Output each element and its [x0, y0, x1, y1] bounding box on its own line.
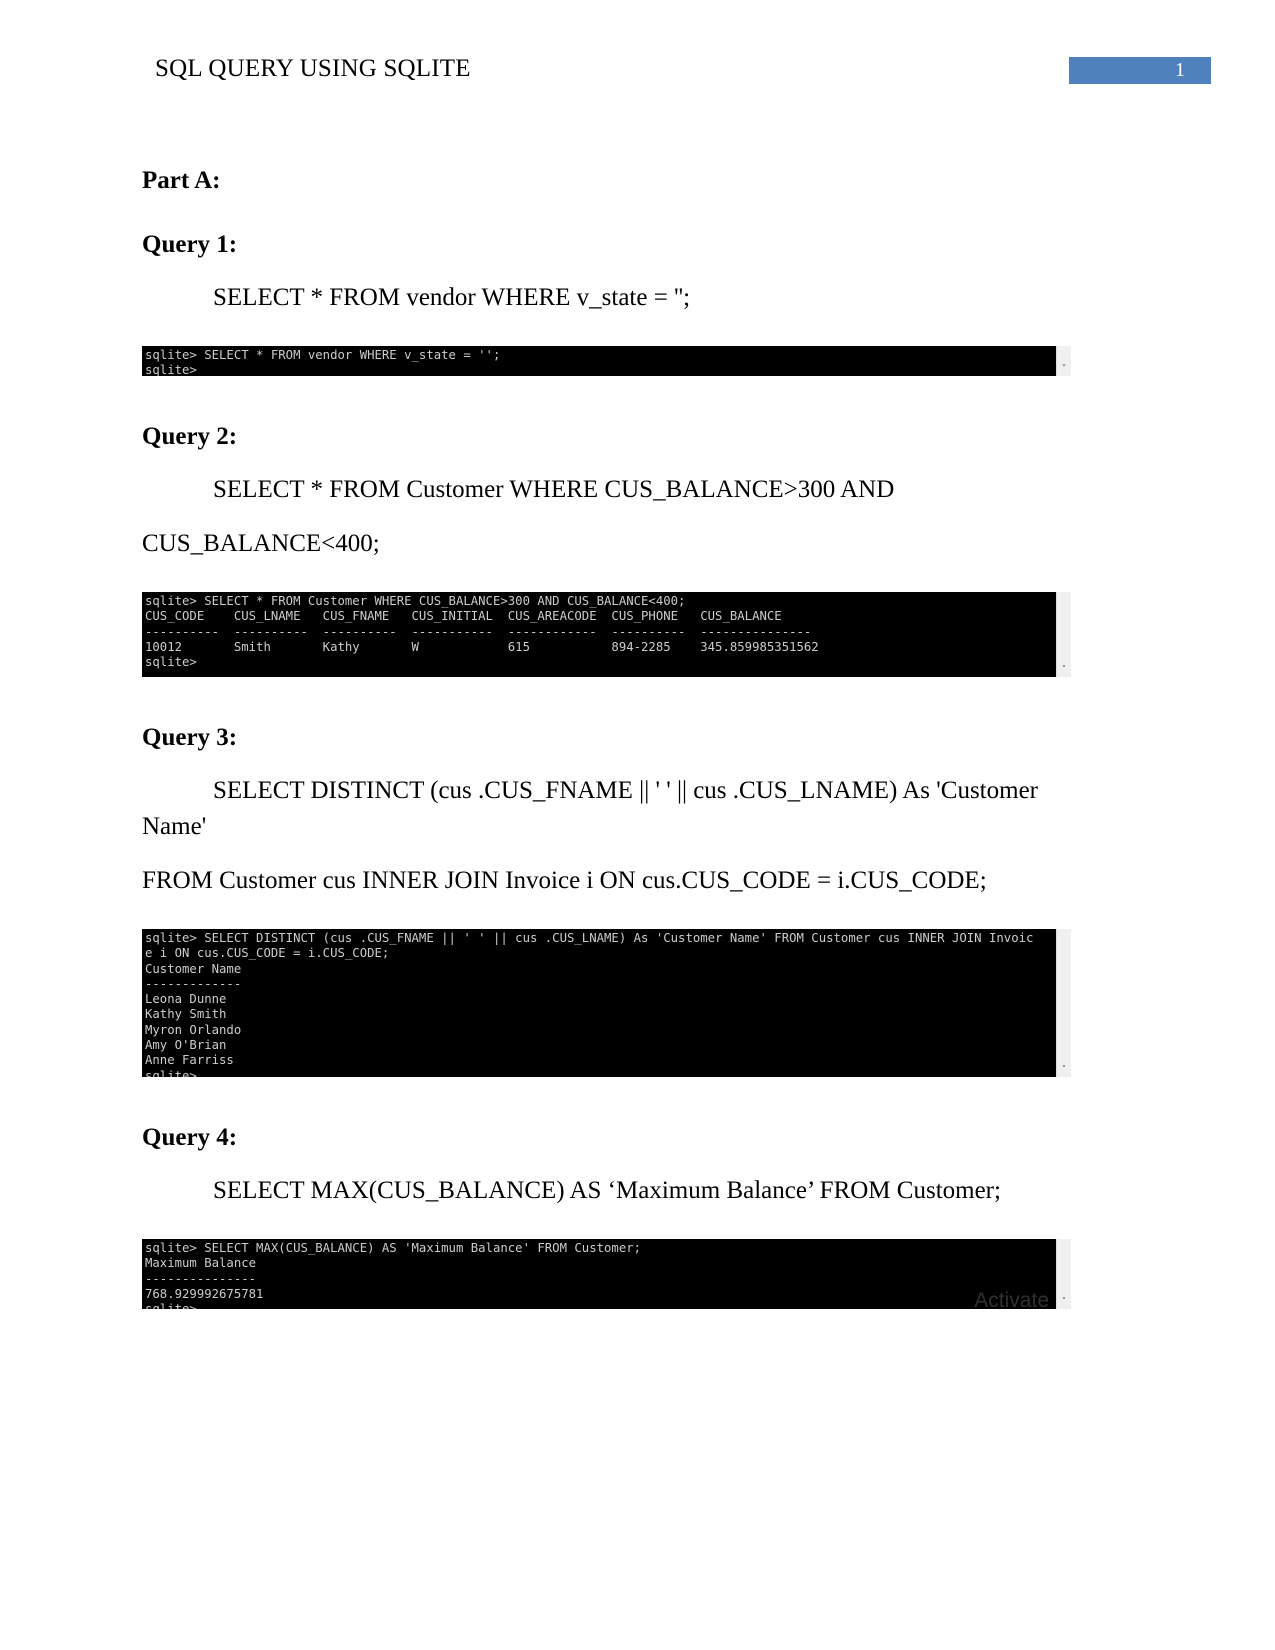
document-body: Part A: Query 1: SELECT * FROM vendor WH… — [142, 150, 1071, 1309]
terminal-text: sqlite> SELECT * FROM vendor WHERE v_sta… — [145, 348, 501, 376]
terminal-scrollbar[interactable]: ˇ — [1056, 592, 1071, 677]
query-3-terminal-capture: sqlite> SELECT DISTINCT (cus .CUS_FNAME … — [142, 929, 1071, 1077]
query-2-terminal-capture: sqlite> SELECT * FROM Customer WHERE CUS… — [142, 592, 1071, 677]
page-title: SQL QUERY USING SQLITE — [155, 55, 471, 82]
query-4-sql-line-1: SELECT MAX(CUS_BALANCE) AS ‘Maximum Bala… — [213, 1177, 1001, 1204]
query-4-heading: Query 4: — [142, 1124, 238, 1151]
chevron-down-icon[interactable]: ˇ — [1059, 1066, 1069, 1076]
part-heading: Part A: — [142, 167, 221, 194]
query-2-sql-line-1: SELECT * FROM Customer WHERE CUS_BALANCE… — [213, 476, 895, 503]
terminal-scrollbar[interactable]: ˇ — [1056, 1239, 1071, 1309]
chevron-down-icon[interactable]: ˇ — [1059, 666, 1069, 676]
page-header: SQL QUERY USING SQLITE 1 — [0, 52, 1275, 92]
query-3-sql-line-1: SELECT DISTINCT (cus .CUS_FNAME || ' ' |… — [142, 777, 1038, 840]
terminal-scrollbar[interactable]: ˇ — [1056, 929, 1071, 1077]
chevron-down-icon[interactable]: ˇ — [1059, 365, 1069, 375]
query-1-heading: Query 1: — [142, 231, 238, 258]
chevron-down-icon[interactable]: ˇ — [1059, 1298, 1069, 1308]
terminal-output: sqlite> SELECT DISTINCT (cus .CUS_FNAME … — [142, 929, 1057, 1077]
query-1-terminal-capture: sqlite> SELECT * FROM vendor WHERE v_sta… — [142, 346, 1071, 376]
terminal-text: sqlite> SELECT MAX(CUS_BALANCE) AS 'Maxi… — [145, 1241, 642, 1309]
terminal-text: sqlite> SELECT DISTINCT (cus .CUS_FNAME … — [145, 931, 1034, 1077]
terminal-output: sqlite> SELECT * FROM Customer WHERE CUS… — [142, 592, 1057, 677]
query-2-sql-line-2: CUS_BALANCE<400; — [142, 530, 380, 557]
query-4-terminal-capture: sqlite> SELECT MAX(CUS_BALANCE) AS 'Maxi… — [142, 1239, 1071, 1309]
query-2-heading: Query 2: — [142, 423, 238, 450]
terminal-scrollbar[interactable]: ˇ — [1056, 346, 1071, 376]
query-1-sql-line-1: SELECT * FROM vendor WHERE v_state = ''; — [213, 284, 691, 311]
document-page: SQL QUERY USING SQLITE 1 Part A: Query 1… — [0, 0, 1275, 1650]
page-number: 1 — [1175, 59, 1185, 81]
terminal-output: sqlite> SELECT * FROM vendor WHERE v_sta… — [142, 346, 1057, 376]
terminal-output: sqlite> SELECT MAX(CUS_BALANCE) AS 'Maxi… — [142, 1239, 1057, 1309]
page-number-badge: 1 — [1069, 57, 1211, 84]
terminal-text: sqlite> SELECT * FROM Customer WHERE CUS… — [145, 594, 819, 670]
query-3-sql-line-2: FROM Customer cus INNER JOIN Invoice i O… — [142, 867, 987, 894]
query-3-heading: Query 3: — [142, 724, 238, 751]
